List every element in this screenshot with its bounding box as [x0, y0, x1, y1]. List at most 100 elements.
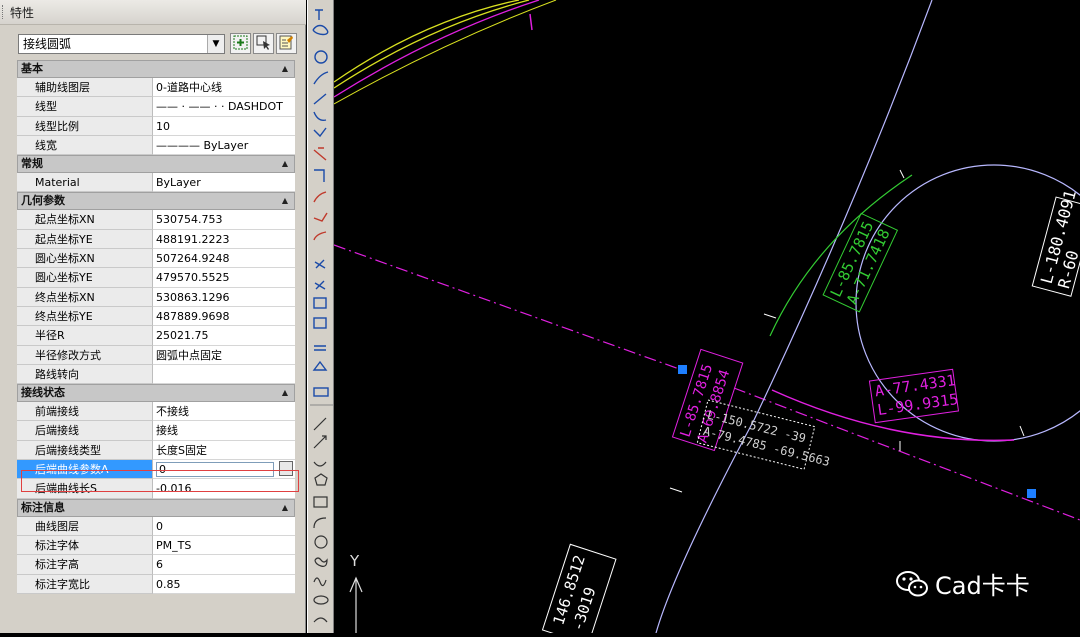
property-value[interactable]: 0-道路中心线: [153, 78, 295, 98]
collapse-caret-icon[interactable]: ▲: [282, 61, 288, 77]
property-value[interactable]: [153, 460, 295, 480]
property-row[interactable]: 辅助线图层 0-道路中心线: [17, 78, 295, 98]
polyline-icon: [313, 461, 327, 467]
properties-titlebar[interactable]: 特性: [0, 0, 306, 25]
property-value[interactable]: 487889.9698: [153, 306, 295, 327]
section-header[interactable]: 标注信息 ▲: [17, 498, 295, 517]
property-label: 终点坐标XN: [17, 287, 153, 307]
property-row[interactable]: 后端接线类型 长度S固定: [17, 440, 295, 461]
property-row[interactable]: 后端曲线长S -0.016: [17, 479, 295, 499]
property-row[interactable]: 线型 —— · —— · · DASHDOT: [17, 97, 295, 117]
property-label: 曲线图层: [17, 516, 153, 536]
object-type-select[interactable]: 接线圆弧 ▼: [18, 34, 225, 54]
property-label: 辅助线图层: [17, 78, 153, 98]
property-row[interactable]: 起点坐标YE 488191.2223: [17, 229, 295, 250]
property-label: 后端曲线参数A: [17, 460, 153, 480]
property-label: 圆心坐标YE: [17, 268, 153, 288]
tool-icon-18: [312, 360, 328, 371]
property-value[interactable]: -0.016: [153, 479, 295, 499]
tool-icon-17: [314, 345, 326, 351]
drawing-svg: L-180.4091 R-60 L-85.7815 A-71.7418 A-77…: [333, 0, 1080, 637]
property-value[interactable]: [153, 364, 295, 385]
collapse-caret-icon[interactable]: ▲: [282, 193, 288, 209]
property-row[interactable]: 半径R 25021.75: [17, 326, 295, 346]
section-title: 基本: [21, 62, 43, 75]
tool-icon-19: [313, 387, 329, 397]
property-row[interactable]: 标注字宽比 0.85: [17, 574, 295, 594]
property-label: 标注字体: [17, 535, 153, 556]
property-row[interactable]: 线宽 ———— ByLayer: [17, 135, 295, 156]
calculator-icon[interactable]: [279, 461, 293, 477]
property-label: 起点坐标YE: [17, 229, 153, 250]
property-row[interactable]: 后端曲线参数A: [17, 460, 295, 480]
property-value[interactable]: 0: [153, 516, 295, 536]
property-value[interactable]: 507264.9248: [153, 249, 295, 269]
section-title: 接线状态: [21, 386, 65, 400]
property-label: 后端接线类型: [17, 440, 153, 461]
property-row[interactable]: Material ByLayer: [17, 173, 295, 193]
property-value[interactable]: ByLayer: [153, 173, 295, 193]
property-label: 起点坐标XN: [17, 210, 153, 230]
property-value[interactable]: 25021.75: [153, 326, 295, 346]
property-label: 后端曲线长S: [17, 479, 153, 499]
collapse-caret-icon[interactable]: ▲: [282, 156, 288, 172]
property-value[interactable]: —— · —— · · DASHDOT: [153, 97, 295, 117]
property-value[interactable]: PM_TS: [153, 535, 295, 556]
drawing-canvas[interactable]: L-180.4091 R-60 L-85.7815 A-71.7418 A-77…: [333, 0, 1080, 637]
section-header[interactable]: 基本 ▲: [17, 60, 295, 78]
grip-2: [1027, 489, 1036, 498]
property-label: 前端接线: [17, 402, 153, 422]
property-value[interactable]: 0.85: [153, 574, 295, 594]
property-grid: 基本 ▲ 辅助线图层 0-道路中心线 线型 —— · —— · · DASHDOT 线型比例…: [17, 60, 295, 594]
collapse-caret-icon[interactable]: ▲: [282, 500, 288, 516]
tool-icon-12: [313, 231, 327, 241]
property-value[interactable]: 530863.1296: [153, 287, 295, 307]
property-value[interactable]: 530754.753: [153, 210, 295, 230]
property-row[interactable]: 曲线图层 0: [17, 516, 295, 536]
toggle-pickadd-button[interactable]: [230, 33, 251, 54]
quick-select-button[interactable]: [276, 33, 297, 54]
property-edit-input[interactable]: [156, 462, 274, 478]
ucs-y-label: Y: [349, 552, 360, 570]
property-row[interactable]: 起点坐标XN 530754.753: [17, 210, 295, 230]
property-row[interactable]: 终点坐标YE 487889.9698: [17, 306, 295, 327]
property-label: 路线转向: [17, 364, 153, 385]
property-value[interactable]: 圆弧中点固定: [153, 345, 295, 365]
drag-grip[interactable]: [2, 5, 6, 19]
quick-select-icon: [279, 35, 293, 50]
property-value[interactable]: 不接线: [153, 402, 295, 422]
property-row[interactable]: 圆心坐标XN 507264.9248: [17, 249, 295, 269]
property-row[interactable]: 半径修改方式 圆弧中点固定: [17, 345, 295, 365]
property-label: 线宽: [17, 135, 153, 156]
property-value[interactable]: 10: [153, 116, 295, 136]
chevron-down-icon[interactable]: ▼: [207, 35, 224, 53]
ellipse-arc-icon: [313, 617, 328, 623]
property-value[interactable]: 长度S固定: [153, 440, 295, 461]
property-row[interactable]: 前端接线 不接线: [17, 402, 295, 422]
property-row[interactable]: 终点坐标XN 530863.1296: [17, 287, 295, 307]
property-value[interactable]: 6: [153, 555, 295, 575]
ellipse-icon: [313, 595, 329, 605]
property-row[interactable]: 标注字体 PM_TS: [17, 535, 295, 556]
property-value[interactable]: 488191.2223: [153, 229, 295, 250]
property-value[interactable]: 479570.5525: [153, 268, 295, 288]
property-row[interactable]: 路线转向: [17, 364, 295, 385]
property-label: 线型: [17, 97, 153, 117]
property-row[interactable]: 圆心坐标YE 479570.5525: [17, 268, 295, 288]
section-header[interactable]: 接线状态 ▲: [17, 384, 295, 403]
property-row[interactable]: 线型比例 10: [17, 116, 295, 136]
property-value[interactable]: 接线: [153, 421, 295, 441]
property-value[interactable]: ———— ByLayer: [153, 135, 295, 156]
object-type-value: 接线圆弧: [23, 37, 72, 51]
property-label: 圆心坐标XN: [17, 249, 153, 269]
section-header[interactable]: 几何参数 ▲: [17, 192, 295, 211]
collapse-caret-icon[interactable]: ▲: [282, 385, 288, 401]
tool-icon-8: [313, 147, 327, 161]
property-row[interactable]: 后端接线 接线: [17, 421, 295, 441]
tool-icon-5: [313, 93, 327, 105]
section-header[interactable]: 常规 ▲: [17, 155, 295, 174]
revcloud-icon: [314, 557, 328, 567]
select-objects-button[interactable]: [253, 33, 274, 54]
property-row[interactable]: 标注字高 6: [17, 555, 295, 575]
polygon-icon: [314, 473, 328, 486]
